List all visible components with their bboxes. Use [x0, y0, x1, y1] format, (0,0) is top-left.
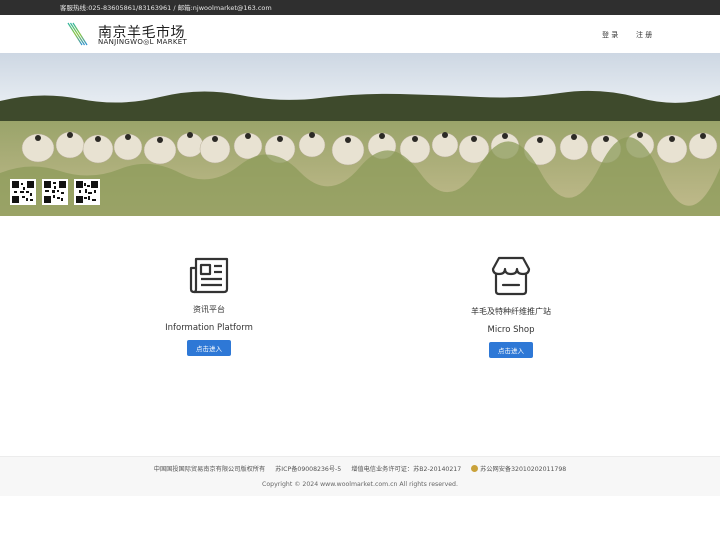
hero-banner [0, 53, 720, 216]
main-content: 资讯平台 Information Platform 点击进入 羊毛及特种纤维推广… [0, 216, 720, 456]
card-title-en: Micro Shop [487, 325, 535, 335]
qr-code-icon [76, 181, 98, 203]
login-link[interactable]: 登 录 [602, 30, 618, 40]
sheep-field-image [0, 53, 720, 216]
enter-micro-shop-button[interactable]: 点击进入 [489, 342, 533, 358]
qr-code-icon [44, 181, 66, 203]
card-information-platform: 资讯平台 Information Platform 点击进入 [109, 256, 309, 356]
footer-legal-line: 中国国投国际贸易南京有限公司版权所有 苏ICP备09008236号-5 增值电信… [0, 464, 720, 473]
enter-information-button[interactable]: 点击进入 [187, 340, 231, 356]
logo-mark-icon [60, 22, 93, 46]
top-bar: 客服热线:025-83605861/83163961 / 邮箱:njwoolma… [0, 0, 720, 15]
site-footer: 中国国投国际贸易南京有限公司版权所有 苏ICP备09008236号-5 增值电信… [0, 456, 720, 496]
footer-company: 中国国投国际贸易南京有限公司版权所有 [153, 466, 266, 473]
qr-code-icon [12, 181, 34, 203]
police-badge-icon [471, 465, 479, 472]
footer-police-record[interactable]: 苏公网安备32010202011798 [471, 465, 567, 473]
card-title-cn: 资讯平台 [193, 305, 225, 314]
qr-code-2 [42, 179, 68, 205]
site-header: 南京羊毛市场 NANJINGWO◎L MARKET 登 录 注 册 [0, 15, 720, 53]
qr-code-1 [10, 179, 36, 205]
register-link[interactable]: 注 册 [636, 30, 652, 40]
card-title-en: Information Platform [165, 323, 253, 333]
footer-copyright: Copyright © 2024 www.woolmarket.com.cn A… [262, 481, 458, 488]
contact-info: 客服热线:025-83605861/83163961 / 邮箱:njwoolma… [60, 4, 272, 12]
storefront-icon [491, 256, 531, 296]
card-micro-shop: 羊毛及特种纤维推广站 Micro Shop 点击进入 [411, 256, 611, 358]
site-logo[interactable]: 南京羊毛市场 NANJINGWO◎L MARKET [60, 22, 190, 47]
logo-title-en: NANJINGWO◎L MARKET [98, 38, 188, 46]
footer-icp-link[interactable]: 苏ICP备09008236号-5 [275, 466, 341, 473]
footer-police-text: 苏公网安备32010202011798 [480, 466, 567, 473]
newspaper-icon [189, 257, 229, 294]
footer-telecom-license: 增值电信业务许可证：苏B2-20140217 [351, 466, 462, 473]
qr-code-3 [74, 179, 100, 205]
card-title-cn: 羊毛及特种纤维推广站 [471, 307, 551, 316]
